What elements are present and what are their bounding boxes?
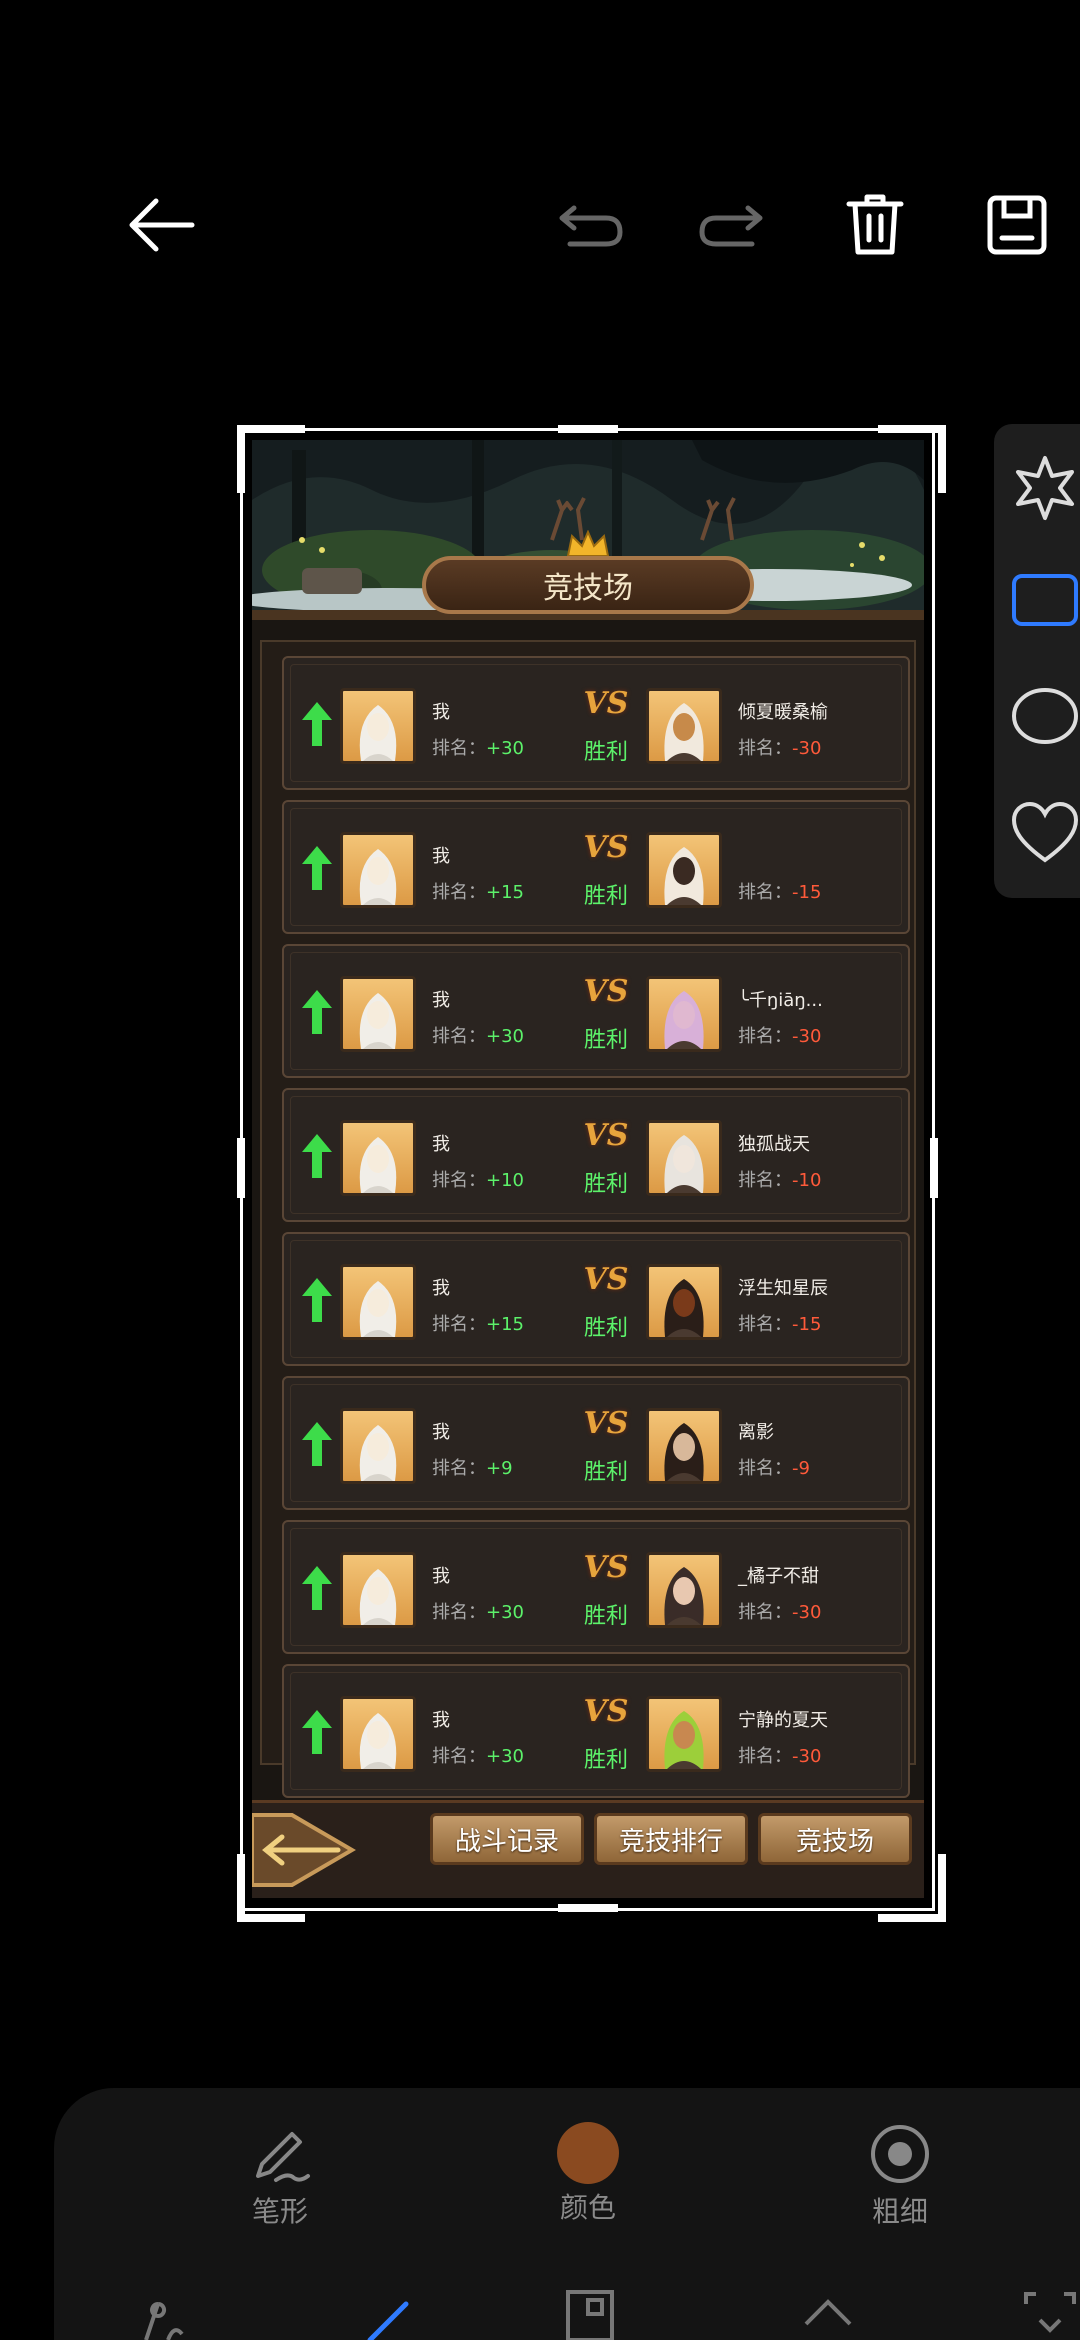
crop-corner-bottom-left[interactable] — [237, 1854, 305, 1922]
crop-corner-top-right[interactable] — [878, 425, 946, 493]
undo-icon[interactable] — [546, 180, 636, 270]
crop-frame[interactable] — [240, 428, 935, 1911]
crop-handle-top[interactable] — [558, 425, 618, 433]
pen-style-label: 笔形 — [251, 2195, 308, 2228]
eraser-tool-icon[interactable] — [798, 2284, 858, 2340]
mosaic-tool-icon[interactable] — [560, 2284, 620, 2340]
thickness-button[interactable]: 粗细 — [830, 2122, 970, 2230]
trash-icon[interactable] — [830, 180, 920, 270]
color-button[interactable]: 颜色 — [518, 2122, 658, 2226]
crop-handle-right[interactable] — [930, 1138, 938, 1198]
pen-style-button[interactable]: 笔形 — [210, 2122, 350, 2230]
editor-panel: 笔形 颜色 粗细 — [54, 2088, 1080, 2340]
star-shape-icon[interactable] — [1010, 452, 1080, 522]
circle-shape-icon[interactable] — [1010, 686, 1080, 746]
color-label: 颜色 — [559, 2191, 616, 2224]
redo-icon[interactable] — [686, 180, 776, 270]
doodle-tool-icon[interactable] — [138, 2284, 198, 2340]
thickness-icon — [871, 2125, 929, 2183]
shape-panel — [994, 424, 1080, 898]
rectangle-shape-icon[interactable] — [1010, 570, 1080, 630]
pen-tool-icon[interactable] — [360, 2284, 420, 2340]
back-arrow-icon[interactable] — [116, 180, 206, 270]
crop-tool-icon[interactable] — [1020, 2284, 1080, 2340]
thickness-label: 粗细 — [871, 2195, 928, 2228]
save-icon[interactable] — [972, 180, 1062, 270]
crop-handle-bottom[interactable] — [558, 1904, 618, 1912]
crop-corner-bottom-right[interactable] — [878, 1854, 946, 1922]
crop-corner-top-left[interactable] — [237, 425, 305, 493]
heart-shape-icon[interactable] — [1010, 802, 1080, 864]
color-swatch — [557, 2122, 619, 2184]
pen-style-icon — [256, 2132, 310, 2182]
crop-handle-left[interactable] — [237, 1138, 245, 1198]
